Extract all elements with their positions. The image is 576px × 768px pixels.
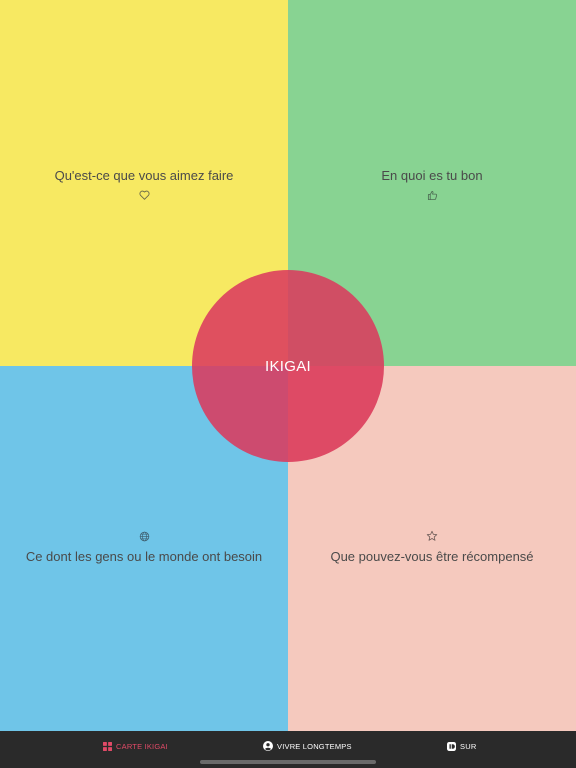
thumbs-up-icon [426, 189, 438, 201]
tab-vivre-longtemps-label: VIVRE LONGTEMPS [277, 741, 352, 751]
tab-carte-ikigai-label: CARTE IKIGAI [116, 741, 168, 751]
quadrant-world-needs-label: Ce dont les gens ou le monde ont besoin [25, 549, 263, 564]
quadrant-paid-for-label: Que pouvez-vous être récompensé [330, 549, 534, 564]
tab-carte-ikigai[interactable]: CARTE IKIGAI [102, 740, 168, 752]
star-icon [426, 530, 438, 542]
info-square-icon [446, 741, 456, 751]
quadrant-good-at-label: En quoi es tu bon [381, 168, 483, 183]
ikigai-screen: Qu'est-ce que vous aimez faire En quoi e… [0, 0, 576, 768]
ikigai-label: IKIGAI [265, 357, 311, 375]
tab-vivre-longtemps[interactable]: VIVRE LONGTEMPS [263, 740, 352, 752]
home-indicator[interactable] [200, 760, 376, 764]
heart-icon [138, 189, 150, 201]
user-circle-icon [263, 741, 273, 751]
tab-sur[interactable]: SUR [446, 740, 476, 752]
tab-sur-label: SUR [460, 741, 477, 751]
quadrant-love-label: Qu'est-ce que vous aimez faire [54, 168, 234, 183]
globe-icon [138, 530, 150, 542]
ikigai-center-circle[interactable]: IKIGAI [192, 270, 384, 462]
grid-icon [102, 741, 112, 751]
